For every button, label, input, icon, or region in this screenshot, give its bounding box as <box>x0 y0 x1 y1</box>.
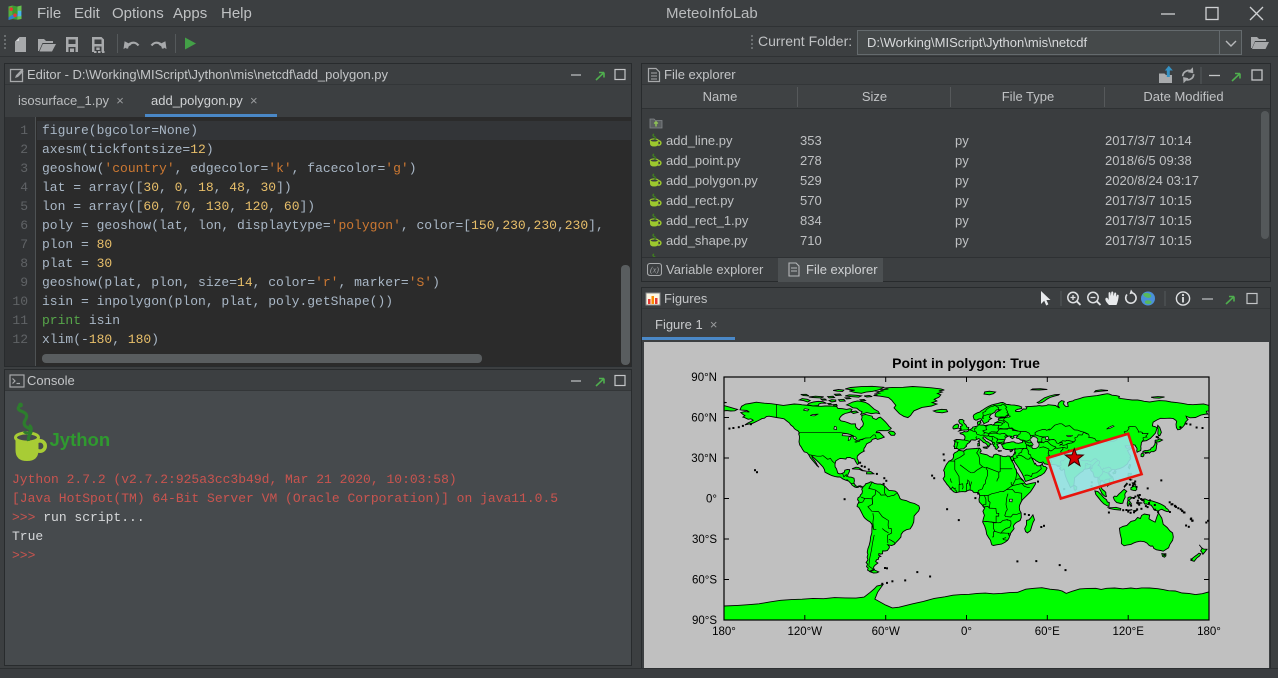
svg-text:(x): (x) <box>650 266 659 275</box>
svg-text:180°: 180° <box>1197 626 1221 638</box>
svg-text:30°N: 30°N <box>691 453 717 465</box>
svg-text:90°S: 90°S <box>692 615 717 627</box>
svg-text:Point in polygon: True: Point in polygon: True <box>892 355 1040 371</box>
svg-text:30°S: 30°S <box>692 534 717 546</box>
svg-text:120°W: 120°W <box>787 626 822 638</box>
svg-text:60°E: 60°E <box>1035 626 1060 638</box>
svg-text:60°N: 60°N <box>691 413 717 425</box>
svg-text:90°N: 90°N <box>691 372 717 384</box>
svg-text:60°W: 60°W <box>872 626 900 638</box>
svg-text:180°: 180° <box>712 626 736 638</box>
svg-text:0°: 0° <box>706 494 717 506</box>
svg-text:60°S: 60°S <box>692 575 717 587</box>
svg-text:0°: 0° <box>961 626 972 638</box>
svg-text:Jython: Jython <box>50 429 111 450</box>
svg-text:120°E: 120°E <box>1112 626 1144 638</box>
